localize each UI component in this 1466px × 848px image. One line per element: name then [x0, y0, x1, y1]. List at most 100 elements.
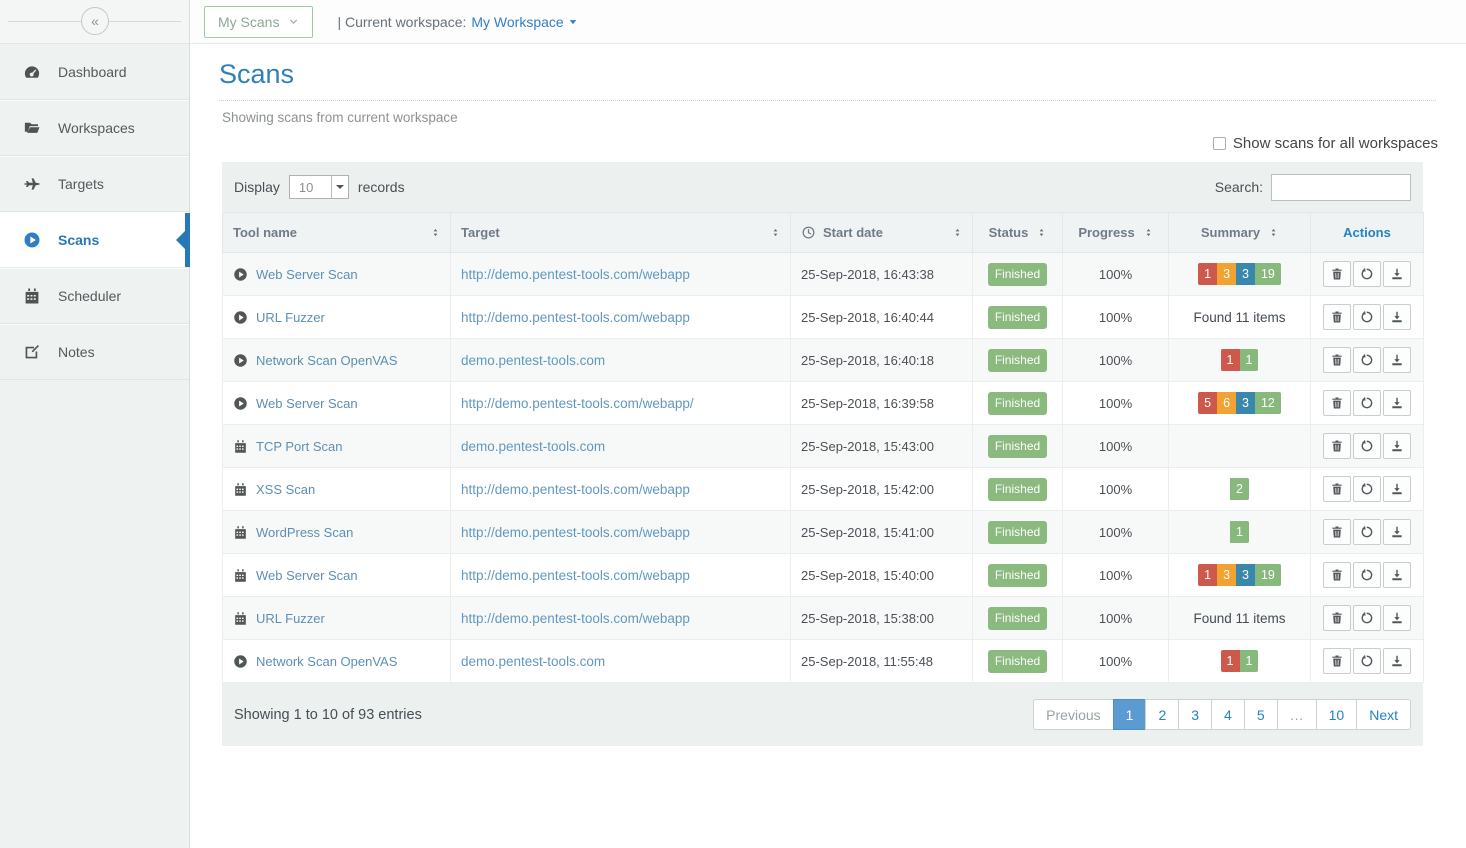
- tool-name-link[interactable]: Network Scan OpenVAS: [256, 654, 397, 669]
- page-button-5[interactable]: 5: [1244, 699, 1278, 730]
- target-link[interactable]: http://demo.pentest-tools.com/webapp: [461, 267, 690, 282]
- tool-name-link[interactable]: WordPress Scan: [256, 525, 353, 540]
- column-header-summary[interactable]: Summary: [1169, 213, 1311, 253]
- column-header-start-date[interactable]: Start date: [791, 213, 973, 253]
- sidebar-collapse-button[interactable]: «: [81, 7, 109, 35]
- actions-cell: [1311, 339, 1424, 382]
- restart-button[interactable]: [1353, 519, 1381, 545]
- sidebar-item-scheduler[interactable]: Scheduler: [0, 268, 189, 324]
- download-button[interactable]: [1383, 519, 1411, 545]
- sidebar-item-dashboard[interactable]: Dashboard: [0, 44, 189, 100]
- restart-button[interactable]: [1353, 261, 1381, 287]
- target-link[interactable]: http://demo.pentest-tools.com/webapp: [461, 525, 690, 540]
- delete-button[interactable]: [1323, 347, 1351, 373]
- column-header-progress[interactable]: Progress: [1063, 213, 1169, 253]
- workspace-link[interactable]: My Workspace: [471, 14, 577, 30]
- tool-name-link[interactable]: Web Server Scan: [256, 568, 358, 583]
- tool-name-link[interactable]: XSS Scan: [256, 482, 315, 497]
- tool-name-link[interactable]: Network Scan OpenVAS: [256, 353, 397, 368]
- delete-button[interactable]: [1323, 390, 1351, 416]
- page-button-4[interactable]: 4: [1211, 699, 1245, 730]
- summary-cell: 11: [1169, 640, 1311, 683]
- download-icon: [1390, 525, 1404, 539]
- progress-value: 100%: [1063, 468, 1169, 511]
- summary-badge-blue: 3: [1236, 564, 1255, 586]
- summary-badge-red: 1: [1221, 650, 1240, 672]
- delete-button[interactable]: [1323, 261, 1351, 287]
- target-link[interactable]: demo.pentest-tools.com: [461, 439, 605, 454]
- page-button-2[interactable]: 2: [1145, 699, 1179, 730]
- page-button-1[interactable]: 1: [1113, 699, 1147, 730]
- page-button-3[interactable]: 3: [1178, 699, 1212, 730]
- previous-button[interactable]: Previous: [1033, 699, 1113, 730]
- column-header-target[interactable]: Target: [451, 213, 791, 253]
- restart-button[interactable]: [1353, 562, 1381, 588]
- download-button[interactable]: [1383, 476, 1411, 502]
- progress-value: 100%: [1063, 296, 1169, 339]
- download-button[interactable]: [1383, 390, 1411, 416]
- column-header-tool-name[interactable]: Tool name: [223, 213, 451, 253]
- trash-icon: [1330, 654, 1344, 668]
- sidebar-item-scans[interactable]: Scans: [0, 212, 189, 268]
- download-button[interactable]: [1383, 304, 1411, 330]
- target-link[interactable]: http://demo.pentest-tools.com/webapp: [461, 310, 690, 325]
- target-link[interactable]: http://demo.pentest-tools.com/webapp: [461, 611, 690, 626]
- sidebar-item-targets[interactable]: Targets: [0, 156, 189, 212]
- actions-cell: [1311, 597, 1424, 640]
- target-link[interactable]: http://demo.pentest-tools.com/webapp/: [461, 396, 694, 411]
- tool-name-link[interactable]: TCP Port Scan: [256, 439, 342, 454]
- search-input[interactable]: [1271, 174, 1411, 201]
- start-date: 25-Sep-2018, 16:39:58: [791, 382, 973, 425]
- trash-icon: [1330, 396, 1344, 410]
- delete-button[interactable]: [1323, 605, 1351, 631]
- tool-name-link[interactable]: Web Server Scan: [256, 267, 358, 282]
- entries-info: Showing 1 to 10 of 93 entries: [234, 707, 422, 723]
- restart-button[interactable]: [1353, 347, 1381, 373]
- delete-button[interactable]: [1323, 433, 1351, 459]
- my-scans-menu-button[interactable]: My Scans: [204, 6, 313, 38]
- folder-open-icon: [23, 119, 41, 137]
- status-badge: Finished: [988, 306, 1047, 329]
- target-link[interactable]: http://demo.pentest-tools.com/webapp: [461, 568, 690, 583]
- restart-button[interactable]: [1353, 476, 1381, 502]
- page-size-select[interactable]: 10: [289, 175, 349, 199]
- download-button[interactable]: [1383, 347, 1411, 373]
- restart-button[interactable]: [1353, 433, 1381, 459]
- delete-button[interactable]: [1323, 476, 1351, 502]
- restart-button[interactable]: [1353, 648, 1381, 674]
- download-button[interactable]: [1383, 433, 1411, 459]
- target-link[interactable]: http://demo.pentest-tools.com/webapp: [461, 482, 690, 497]
- tool-name-link[interactable]: URL Fuzzer: [256, 611, 325, 626]
- download-button[interactable]: [1383, 605, 1411, 631]
- tool-name-link[interactable]: Web Server Scan: [256, 396, 358, 411]
- progress-value: 100%: [1063, 425, 1169, 468]
- download-button[interactable]: [1383, 648, 1411, 674]
- restart-button[interactable]: [1353, 304, 1381, 330]
- delete-button[interactable]: [1323, 304, 1351, 330]
- target-link[interactable]: demo.pentest-tools.com: [461, 654, 605, 669]
- summary-badge-orange: 3: [1217, 263, 1236, 285]
- delete-button[interactable]: [1323, 562, 1351, 588]
- delete-button[interactable]: [1323, 519, 1351, 545]
- download-button[interactable]: [1383, 562, 1411, 588]
- restart-button[interactable]: [1353, 390, 1381, 416]
- download-button[interactable]: [1383, 261, 1411, 287]
- next-button[interactable]: Next: [1356, 699, 1411, 730]
- summary-cell: 13319: [1169, 554, 1311, 597]
- column-header-status[interactable]: Status: [973, 213, 1063, 253]
- sidebar-item-workspaces[interactable]: Workspaces: [0, 100, 189, 156]
- summary-cell: 2: [1169, 468, 1311, 511]
- restart-button[interactable]: [1353, 605, 1381, 631]
- table-row: WordPress Scan http://demo.pentest-tools…: [223, 511, 1424, 554]
- table-body: Web Server Scan http://demo.pentest-tool…: [223, 253, 1424, 683]
- target-link[interactable]: demo.pentest-tools.com: [461, 353, 605, 368]
- delete-button[interactable]: [1323, 648, 1351, 674]
- scans-table-container: Display 10 records Search: Tool nameTarg…: [222, 162, 1423, 746]
- sort-icon: [1037, 226, 1046, 239]
- status-badge: Finished: [988, 263, 1047, 286]
- page-button-10[interactable]: 10: [1316, 699, 1358, 730]
- all-workspaces-checkbox[interactable]: [1213, 137, 1226, 150]
- tool-name-link[interactable]: URL Fuzzer: [256, 310, 325, 325]
- sidebar-nav: Dashboard Workspaces Targets Scans Sched…: [0, 44, 189, 380]
- sidebar-item-notes[interactable]: Notes: [0, 324, 189, 380]
